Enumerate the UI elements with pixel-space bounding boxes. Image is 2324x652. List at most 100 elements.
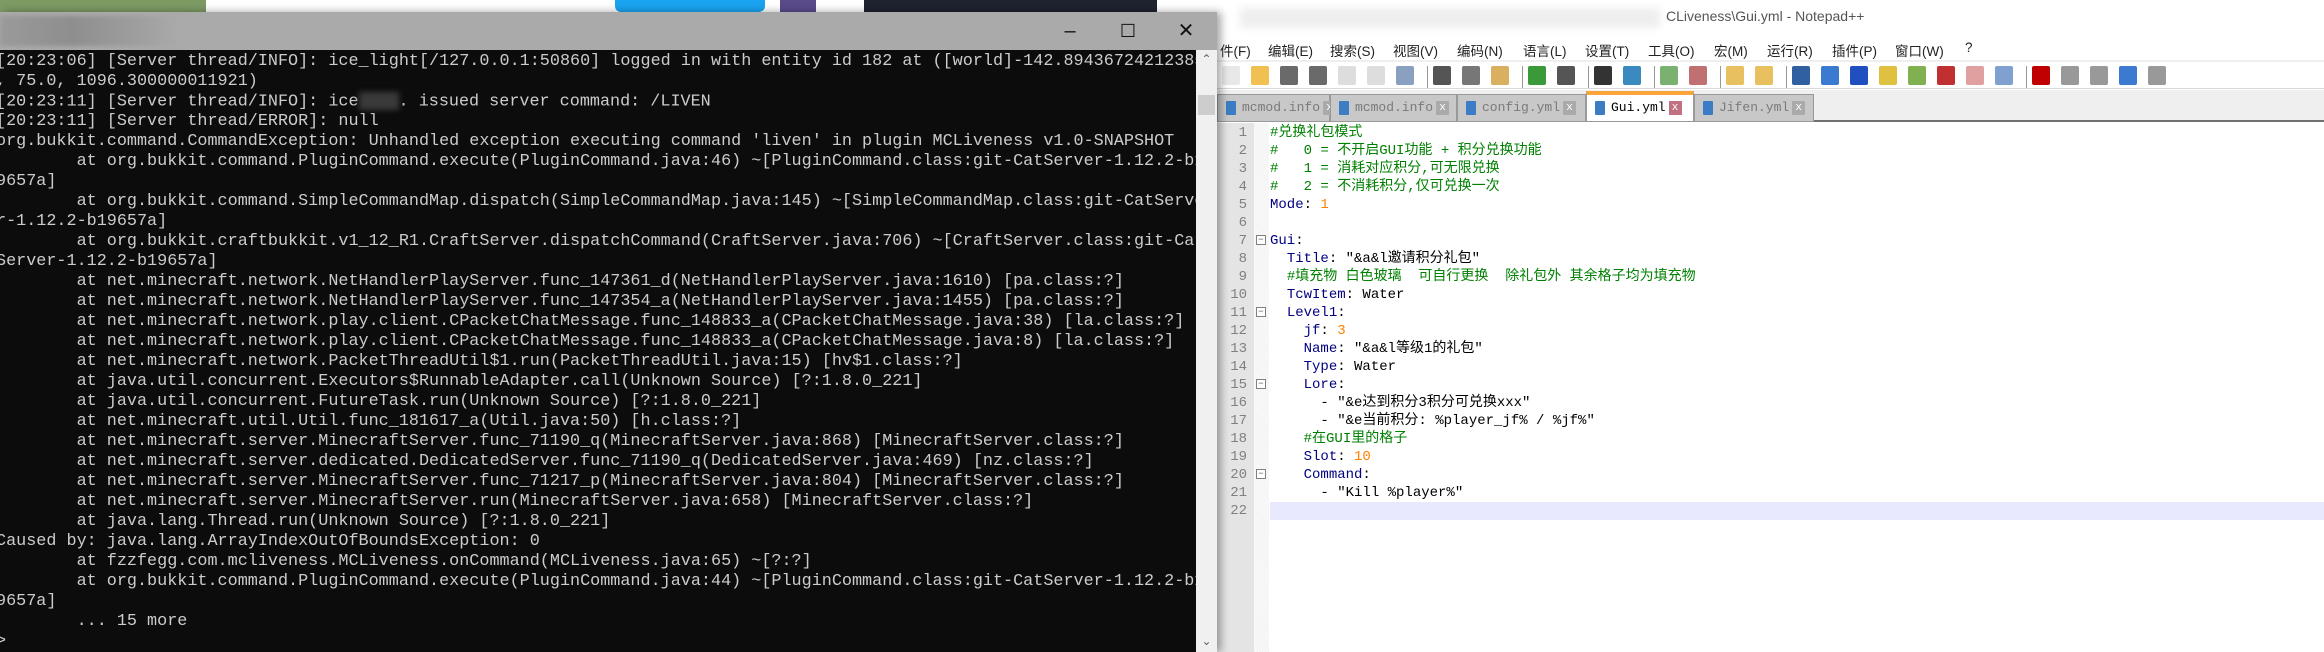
console-line: at java.lang.Thread.run(Unknown Source) …	[0, 512, 611, 531]
show-all-chars-icon[interactable]	[1821, 66, 1839, 85]
menu-item[interactable]: 窗口(W)	[1895, 40, 1944, 60]
tab-jifen-yml[interactable]: Jifen.yml x	[1694, 94, 1814, 122]
zoom-out-icon[interactable]	[1689, 66, 1707, 85]
sync-vertical-icon[interactable]	[1726, 66, 1744, 85]
scroll-up-icon[interactable]: ⌃	[1196, 52, 1217, 66]
menu-item[interactable]: 宏(M)	[1714, 40, 1748, 60]
paste-icon[interactable]	[1491, 66, 1509, 85]
fold-toggle-icon[interactable]: −	[1256, 379, 1266, 389]
console-line: at net.minecraft.network.NetHandlerPlayS…	[0, 292, 1124, 311]
zoom-in-icon[interactable]	[1660, 66, 1678, 85]
doc-map-icon[interactable]	[1908, 66, 1926, 85]
record-macro-icon[interactable]	[2032, 66, 2050, 85]
notepad-title-bar[interactable]: CLiveness\Gui.yml - Notepad++	[1200, 0, 2324, 36]
open-file-icon[interactable]	[1251, 66, 1269, 85]
close-icon[interactable]	[1338, 66, 1356, 85]
menu-item[interactable]: 工具(O)	[1648, 40, 1695, 60]
close-tab-button[interactable]: x	[1436, 100, 1450, 115]
code-text: jf: 3	[1270, 322, 2324, 340]
save-icon[interactable]	[1280, 66, 1298, 85]
console-line: Caused by: java.lang.ArrayIndexOutOfBoun…	[0, 532, 540, 551]
code-line: 7− Gui:	[1200, 232, 2324, 250]
code-token: #填充物 白色玻璃 可自行更换 除礼包外 其余格子均为填充物	[1286, 269, 1696, 285]
fold-toggle-icon[interactable]: −	[1256, 307, 1266, 317]
menu-bar: 件(F) 编辑(E) 搜索(S) 视图(V) 编码(N) 语言(L) 设置(T) 工具(O) 宏…	[1200, 38, 2324, 60]
close-tab-button[interactable]: x	[1563, 100, 1577, 115]
scrollbar-thumb[interactable]	[1198, 95, 1215, 115]
code-token: : "&a&l等级1的礼包"	[1337, 341, 1483, 357]
menu-item[interactable]: ?	[1965, 40, 1973, 55]
replace-icon[interactable]	[1623, 66, 1641, 85]
console-line: at net.minecraft.server.dedicated.Dedica…	[0, 452, 1094, 471]
menu-item[interactable]: 运行(R)	[1767, 40, 1813, 60]
print-icon[interactable]	[1396, 66, 1414, 85]
close-tab-button[interactable]: x	[1792, 100, 1806, 115]
file-icon	[1226, 100, 1236, 115]
console-title-bar[interactable]: – ☐ ✕	[0, 12, 1217, 50]
redo-icon[interactable]	[1557, 66, 1575, 85]
maximize-button[interactable]: ☐	[1105, 12, 1151, 50]
tab-label: Gui.yml	[1611, 100, 1666, 115]
code-text: # 2 = 不消耗积分,仅可兑换一次	[1270, 178, 2324, 196]
toolbar-separator	[1427, 66, 1428, 88]
minimize-button[interactable]: –	[1047, 12, 1093, 50]
menu-item[interactable]: 插件(P)	[1832, 40, 1877, 60]
menu-item[interactable]: 搜索(S)	[1330, 40, 1375, 60]
code-text: Command:	[1270, 466, 2324, 484]
line-number: 18	[1230, 431, 1247, 447]
word-wrap-icon[interactable]	[1792, 66, 1810, 85]
code-line: 11− Level1:	[1200, 304, 2324, 322]
code-line: 5 Mode: 1	[1200, 196, 2324, 214]
undo-icon[interactable]	[1528, 66, 1546, 85]
copy-icon[interactable]	[1462, 66, 1480, 85]
code-text: Slot: 10	[1270, 448, 2324, 466]
console-line: at net.minecraft.server.MinecraftServer.…	[0, 492, 1034, 511]
menu-item[interactable]: 设置(T)	[1585, 40, 1629, 60]
close-button[interactable]: ✕	[1163, 12, 1209, 50]
desktop-background	[864, 0, 1157, 12]
menu-item[interactable]: 编辑(E)	[1268, 40, 1313, 60]
function-list-icon[interactable]	[1937, 66, 1955, 85]
language-icon[interactable]	[1879, 66, 1897, 85]
indent-guide-icon[interactable]	[1850, 66, 1868, 85]
menu-item[interactable]: 视图(V)	[1393, 40, 1438, 60]
sync-horizontal-icon[interactable]	[1755, 66, 1773, 85]
code-text: - "&e当前积分: %player_jf% / %jf%"	[1270, 412, 2324, 430]
close-tab-button[interactable]: x	[1668, 100, 1682, 115]
run-macro-multiple-icon[interactable]	[2119, 66, 2137, 85]
save-all-icon[interactable]	[1309, 66, 1327, 85]
console-line: at net.minecraft.server.MinecraftServer.…	[0, 472, 1124, 491]
find-icon[interactable]	[1594, 66, 1612, 85]
menu-item[interactable]: 件(F)	[1220, 40, 1251, 60]
stop-record-icon[interactable]	[2061, 66, 2079, 85]
fold-toggle-icon[interactable]: −	[1256, 235, 1266, 245]
console-scrollbar[interactable]: ⌃ ⌄	[1196, 50, 1217, 652]
save-macro-icon[interactable]	[2148, 66, 2166, 85]
tab-config-yml[interactable]: config.yml x	[1457, 94, 1586, 122]
fold-toggle-icon[interactable]: −	[1256, 469, 1266, 479]
menu-item[interactable]: 语言(L)	[1523, 40, 1567, 60]
console-line: , 75.0, 1096.300000011921)	[0, 72, 258, 91]
new-file-icon[interactable]	[1222, 66, 1240, 85]
code-token: # 1 = 消耗对应积分,可无限兑换	[1270, 161, 1500, 177]
folder-workspace-icon[interactable]	[1966, 66, 1984, 85]
code-editor[interactable]: 1 #兑换礼包模式 2 # 0 = 不开启GUI功能 + 积分兑换功能 3 # 1 = 消…	[1200, 123, 2324, 652]
toolbar-separator	[1786, 66, 1787, 88]
scroll-down-icon[interactable]: ⌄	[1196, 634, 1217, 648]
tab-mcmod-info[interactable]: mcmod.infox	[1330, 94, 1457, 122]
close-all-icon[interactable]	[1367, 66, 1385, 85]
tab-gui-yml[interactable]: Gui.yml x	[1586, 91, 1694, 122]
tab-mcmod-info[interactable]: mcmod.infox	[1217, 94, 1337, 122]
code-line: 13 Name: "&a&l等级1的礼包"	[1200, 340, 2324, 358]
console-output[interactable]: [20:23:06] [Server thread/INFO]: ice_lig…	[0, 52, 1196, 652]
code-token: - "&e当前积分: %player_jf% / %jf%"	[1270, 413, 1595, 429]
code-text: Name: "&a&l等级1的礼包"	[1270, 340, 2324, 358]
cut-icon[interactable]	[1433, 66, 1451, 85]
menu-item[interactable]: 编码(N)	[1457, 40, 1503, 60]
monitor-icon[interactable]	[1995, 66, 2013, 85]
play-macro-icon[interactable]	[2090, 66, 2108, 85]
code-token: :	[1337, 449, 1355, 465]
